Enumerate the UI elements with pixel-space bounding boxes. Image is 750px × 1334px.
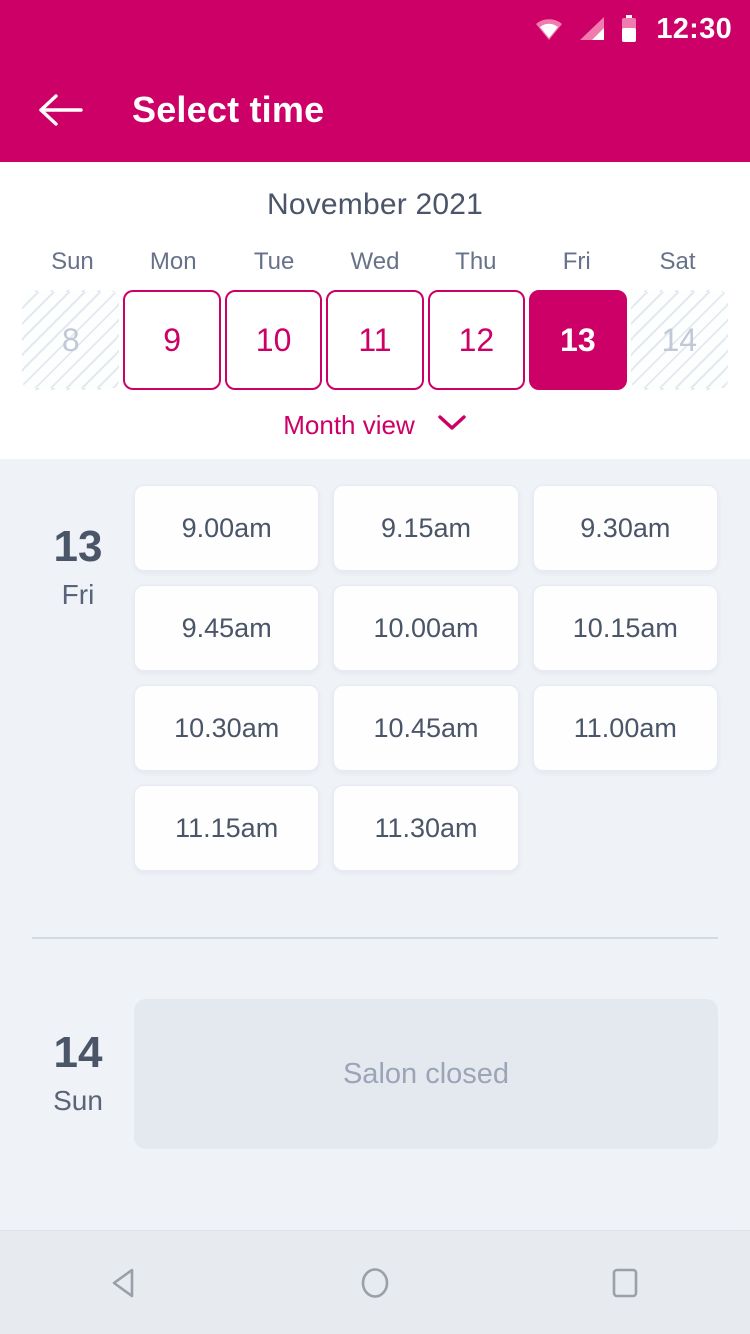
day-name: Sun <box>53 1085 103 1116</box>
time-slot[interactable]: 9.00am <box>134 485 320 571</box>
weekday-header: Wed <box>350 248 400 275</box>
time-slot[interactable]: 10.15am <box>532 585 718 671</box>
weekday-header: Sat <box>659 248 696 275</box>
time-slot[interactable]: 10.00am <box>333 585 519 671</box>
day-number: 13 <box>53 522 103 571</box>
day-name: Fri <box>61 579 95 610</box>
day-label-14: 14 Sun <box>22 991 134 1149</box>
section-divider <box>32 937 718 939</box>
home-icon[interactable] <box>315 1231 435 1334</box>
calendar-day-11[interactable]: 11 <box>326 290 424 390</box>
weekday-header: Mon <box>149 248 197 275</box>
calendar-day-10[interactable]: 10 <box>224 290 323 390</box>
time-slot-grid: 9.00am 9.15am 9.30am 9.45am 10.00am 10.1… <box>134 485 728 871</box>
calendar-panel: November 2021 Sun Mon Tue Wed Thu Fri Sa… <box>0 162 750 459</box>
chevron-down-icon <box>437 414 467 437</box>
calendar-day-13[interactable]: 13 <box>529 290 627 390</box>
month-view-toggle[interactable]: Month view <box>0 410 750 441</box>
weekday-header-row: Sun Mon Tue Wed Thu Fri Sat <box>0 248 750 276</box>
time-slot[interactable]: 10.45am <box>333 685 519 771</box>
time-slot[interactable]: 10.30am <box>134 685 320 771</box>
back-arrow-icon[interactable] <box>30 80 90 140</box>
back-icon[interactable] <box>65 1231 185 1334</box>
time-slot[interactable]: 9.45am <box>134 585 320 671</box>
page-title: Select time <box>132 89 325 130</box>
calendar-day-9[interactable]: 9 <box>123 290 221 390</box>
android-nav-bar <box>0 1230 750 1334</box>
phone-screen: 12:30 Select time November 2021 Sun Mon … <box>0 0 750 1334</box>
time-slot[interactable]: 11.15am <box>134 785 320 871</box>
calendar-day-14: 14 <box>631 290 728 390</box>
calendar-day-12[interactable]: 12 <box>427 290 526 390</box>
battery-icon <box>620 15 638 43</box>
salon-closed-card: Salon closed <box>134 999 718 1149</box>
weekday-header: Fri <box>562 248 591 275</box>
calendar-day-row: 8 9 10 11 12 13 14 <box>0 290 750 390</box>
schedule-day-14: 14 Sun Salon closed <box>0 991 750 1149</box>
schedule-day-13: 13 Fri 9.00am 9.15am 9.30am 9.45am 10.00… <box>0 485 750 871</box>
time-slot[interactable]: 9.15am <box>333 485 519 571</box>
calendar-month-label: November 2021 <box>266 188 484 221</box>
status-time: 12:30 <box>656 12 732 45</box>
month-view-label: Month view <box>283 410 415 440</box>
recents-icon[interactable] <box>565 1231 685 1334</box>
schedule-area: 13 Fri 9.00am 9.15am 9.30am 9.45am 10.00… <box>0 459 750 1149</box>
day-label-13: 13 Fri <box>22 485 134 871</box>
calendar-day-8: 8 <box>22 290 119 390</box>
time-slot[interactable]: 11.00am <box>532 685 718 771</box>
signal-icon <box>578 16 606 42</box>
weekday-header: Sun <box>51 248 94 275</box>
status-bar: 12:30 <box>0 0 750 58</box>
time-slot[interactable]: 11.30am <box>333 785 519 871</box>
time-slot[interactable]: 9.30am <box>532 485 718 571</box>
wifi-icon <box>534 16 564 42</box>
weekday-header: Tue <box>253 248 295 275</box>
app-bar: Select time <box>0 58 750 162</box>
weekday-header: Thu <box>455 248 497 275</box>
day-number: 14 <box>53 1028 103 1077</box>
